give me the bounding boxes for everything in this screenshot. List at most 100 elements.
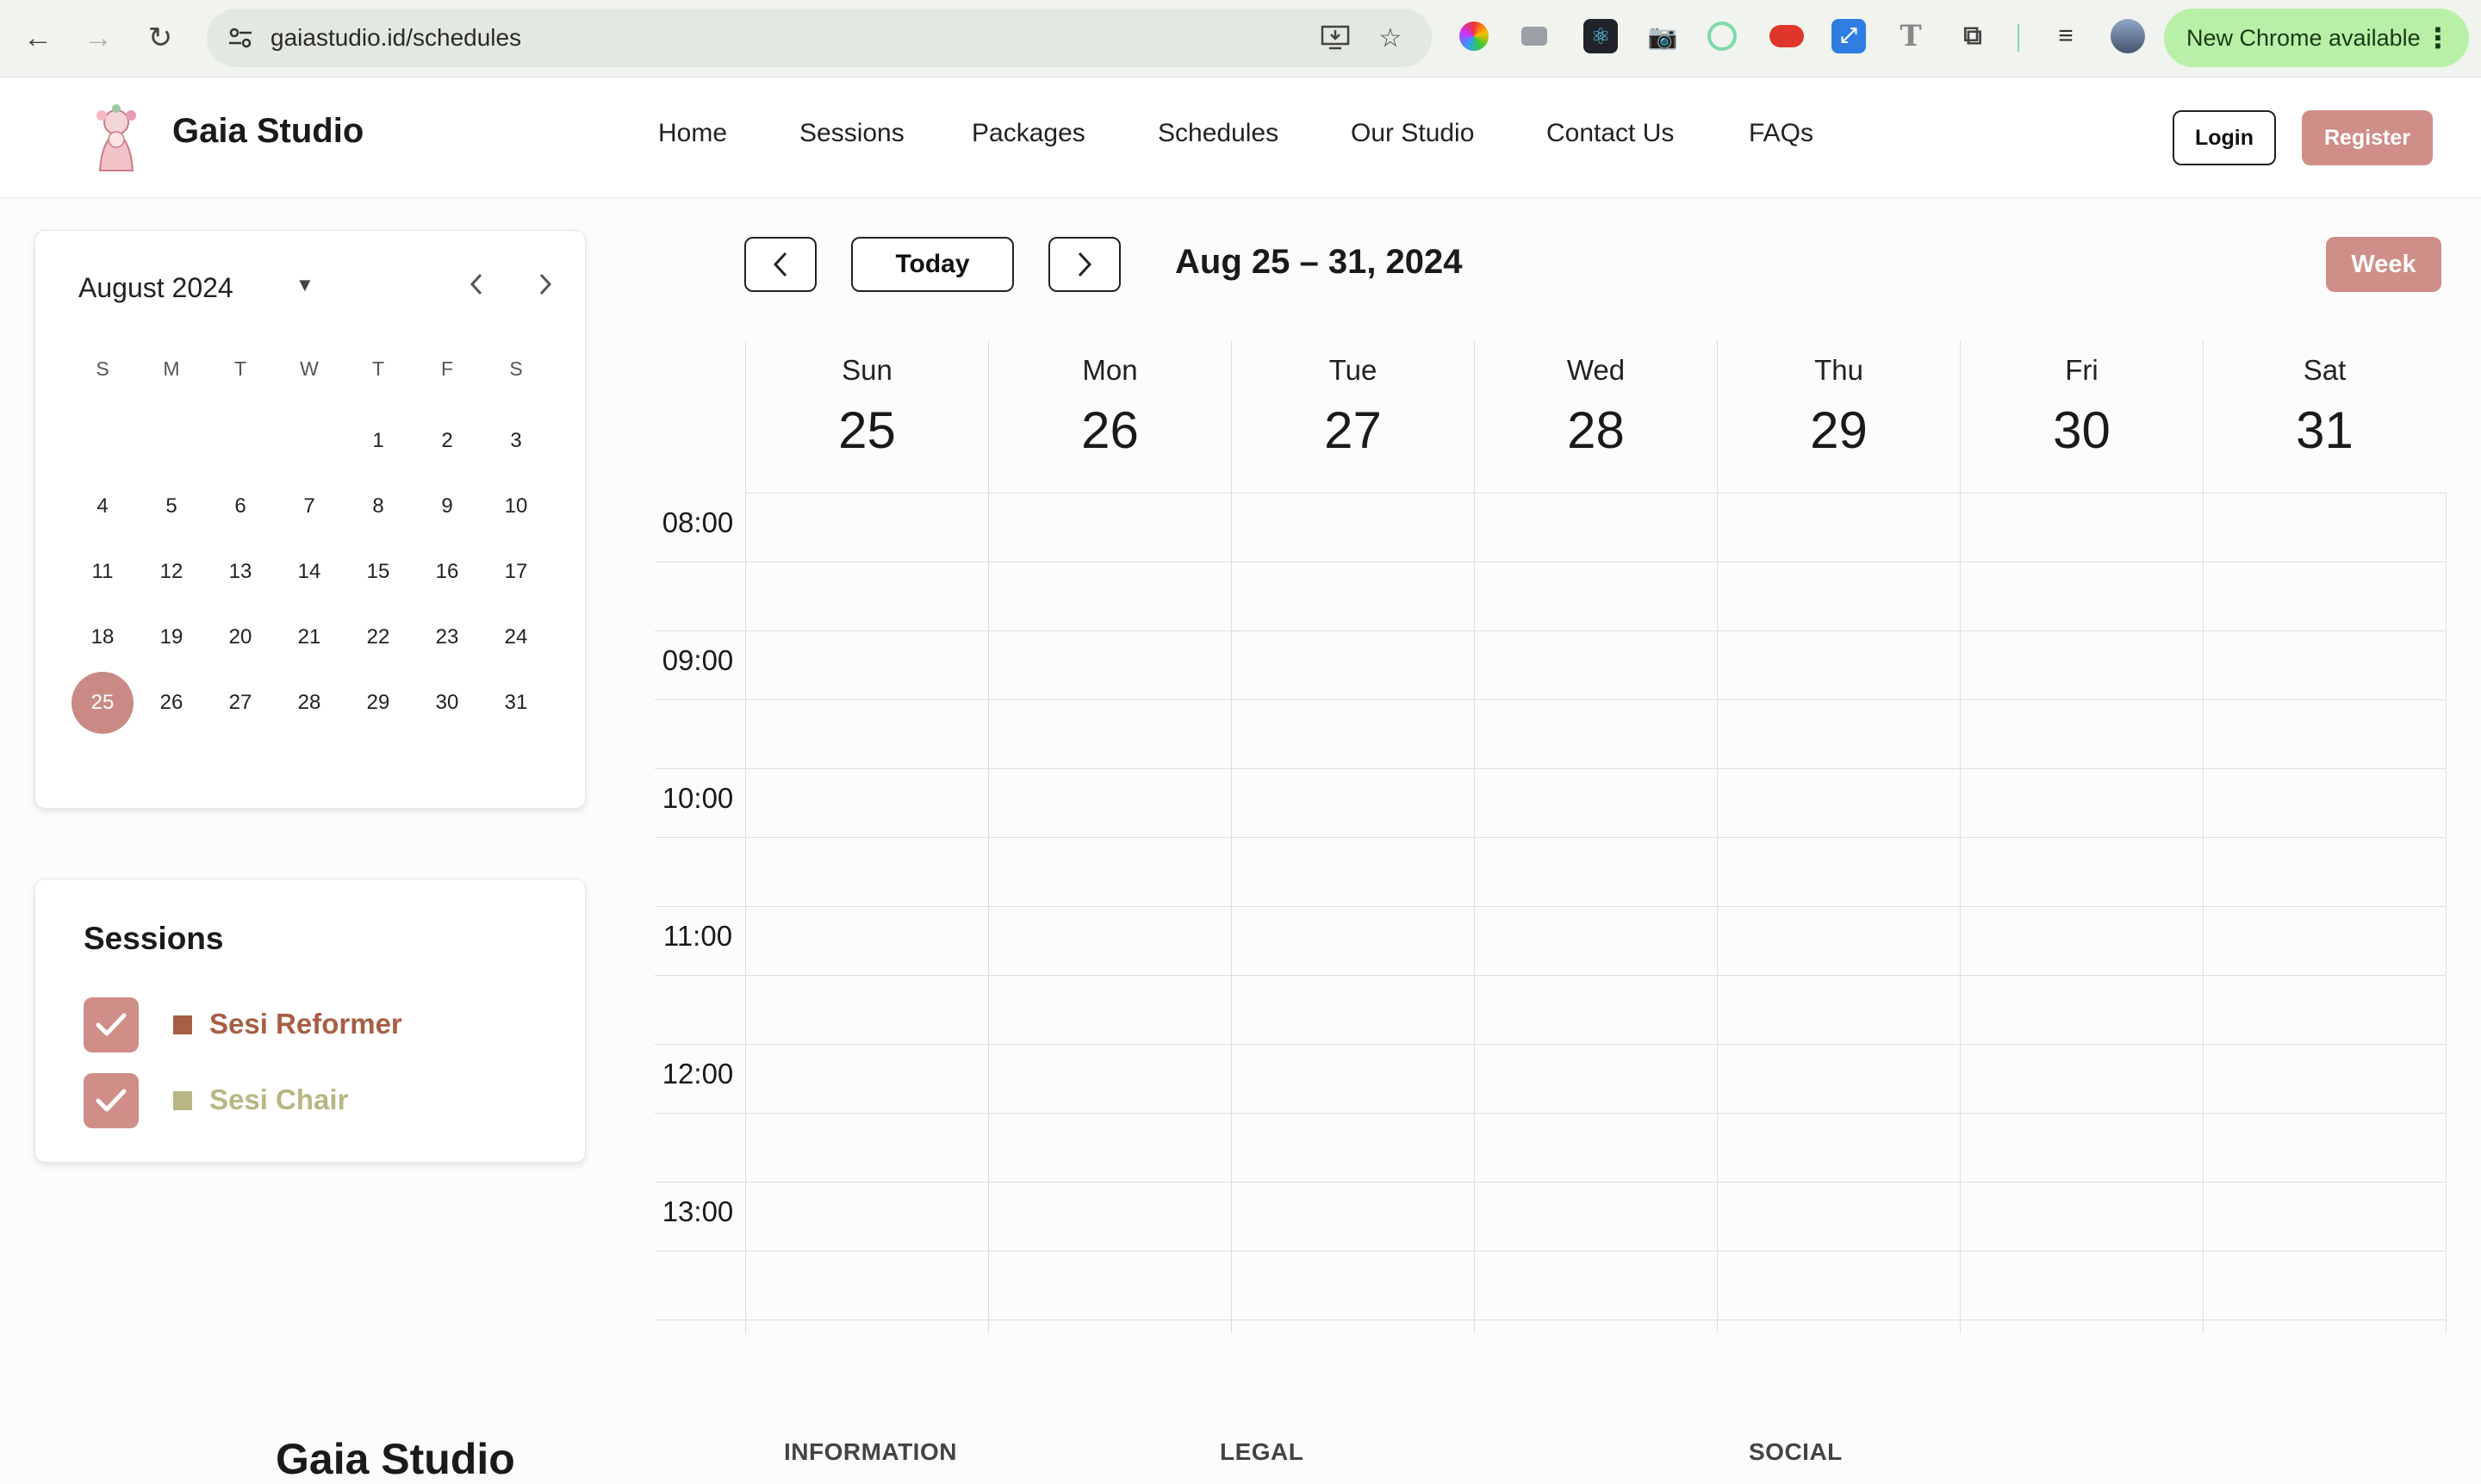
nav-packages[interactable]: Packages [972, 119, 1085, 148]
time-slot[interactable] [1232, 907, 1474, 975]
time-slot[interactable] [746, 976, 988, 1044]
time-slot[interactable] [1718, 1045, 1960, 1113]
day-cell[interactable]: 10 [482, 474, 550, 539]
time-slot[interactable] [1475, 700, 1717, 768]
time-slot[interactable] [1961, 562, 2203, 630]
time-slot[interactable] [1475, 494, 1717, 562]
media-controls-icon[interactable]: ≡ [2049, 19, 2083, 53]
gaia-logo-image[interactable] [86, 103, 146, 172]
time-slot[interactable] [746, 838, 988, 906]
checkbox-checked-icon[interactable] [84, 997, 139, 1052]
day-cell[interactable]: 17 [482, 539, 550, 605]
day-cell[interactable]: 27 [206, 670, 275, 736]
time-slot[interactable] [2204, 1045, 2446, 1113]
time-slot[interactable] [2204, 562, 2446, 630]
day-cell[interactable]: 15 [344, 539, 413, 605]
time-slot[interactable] [1718, 562, 1960, 630]
time-slot[interactable] [1475, 838, 1717, 906]
time-slot[interactable] [989, 1183, 1231, 1251]
extension-icon[interactable] [1521, 27, 1547, 46]
session-label[interactable]: Sesi Chair [209, 1084, 348, 1116]
day-cell[interactable]: 22 [344, 605, 413, 670]
time-slot[interactable] [1961, 1251, 2203, 1319]
brand-name[interactable]: Gaia Studio [172, 112, 364, 151]
nav-faqs[interactable]: FAQs [1749, 119, 1813, 148]
day-cell[interactable]: 26 [137, 670, 206, 736]
time-slot[interactable] [1718, 976, 1960, 1044]
extensions-puzzle-icon[interactable]: ⧉ [1956, 19, 1990, 53]
day-header-tue[interactable]: Tue 27 [1231, 340, 1474, 493]
nav-sessions[interactable]: Sessions [799, 119, 905, 148]
time-slot[interactable] [746, 1183, 988, 1251]
time-slot[interactable] [746, 494, 988, 562]
session-label[interactable]: Sesi Reformer [209, 1008, 402, 1040]
time-slot[interactable] [989, 1045, 1231, 1113]
time-slot[interactable] [1961, 907, 2203, 975]
day-cell[interactable]: 23 [413, 605, 482, 670]
day-cell[interactable]: 14 [275, 539, 344, 605]
time-slot[interactable] [1961, 631, 2203, 699]
time-slot[interactable] [1475, 976, 1717, 1044]
time-slot[interactable] [989, 562, 1231, 630]
day-cell[interactable]: 12 [137, 539, 206, 605]
day-cell[interactable]: 19 [137, 605, 206, 670]
time-slot[interactable] [1475, 769, 1717, 837]
profile-avatar[interactable] [2111, 19, 2145, 53]
time-slot[interactable] [2204, 976, 2446, 1044]
time-slot[interactable] [1232, 1114, 1474, 1182]
install-app-icon[interactable] [1318, 21, 1352, 55]
time-slot[interactable] [1232, 700, 1474, 768]
day-cell[interactable]: 16 [413, 539, 482, 605]
day-header-thu[interactable]: Thu 29 [1717, 340, 1960, 493]
day-cell[interactable]: 11 [68, 539, 137, 605]
time-slot[interactable] [989, 769, 1231, 837]
time-slot[interactable] [1475, 1045, 1717, 1113]
time-slot[interactable] [989, 1114, 1231, 1182]
time-slot[interactable] [989, 976, 1231, 1044]
chrome-update-button[interactable]: New Chrome available ⋮ [2164, 9, 2469, 67]
day-cell[interactable]: 29 [344, 670, 413, 736]
login-button[interactable]: Login [2173, 110, 2276, 165]
time-slot[interactable] [746, 700, 988, 768]
time-slot[interactable] [1961, 1183, 2203, 1251]
nav-our-studio[interactable]: Our Studio [1351, 119, 1474, 148]
time-slot[interactable] [1718, 700, 1960, 768]
day-cell[interactable]: 31 [482, 670, 550, 736]
register-button[interactable]: Register [2302, 110, 2433, 165]
time-slot[interactable] [1475, 1183, 1717, 1251]
time-slot[interactable] [1718, 769, 1960, 837]
next-month-chevron-icon[interactable] [526, 265, 564, 303]
time-slot[interactable] [1961, 769, 2203, 837]
time-slot[interactable] [1475, 1251, 1717, 1319]
day-cell[interactable]: 21 [275, 605, 344, 670]
time-slot[interactable] [2204, 494, 2446, 562]
time-slot[interactable] [1718, 631, 1960, 699]
time-slot[interactable] [1961, 838, 2203, 906]
time-slot[interactable] [1961, 700, 2203, 768]
day-cell[interactable]: 6 [206, 474, 275, 539]
time-slot[interactable] [1718, 907, 1960, 975]
screenshot-camera-icon[interactable]: 📷 [1645, 19, 1680, 53]
address-bar[interactable]: gaiastudio.id/schedules ☆ [207, 9, 1432, 67]
day-header-sun[interactable]: Sun 25 [745, 340, 988, 493]
day-cell[interactable]: 28 [275, 670, 344, 736]
prev-week-button[interactable] [744, 237, 817, 292]
time-slot[interactable] [1232, 562, 1474, 630]
day-header-sat[interactable]: Sat 31 [2203, 340, 2446, 493]
reload-icon[interactable]: ↻ [141, 19, 179, 57]
time-slot[interactable] [1232, 976, 1474, 1044]
time-slot[interactable] [2204, 838, 2446, 906]
time-slot[interactable] [2204, 631, 2446, 699]
day-cell[interactable]: 18 [68, 605, 137, 670]
time-slot[interactable] [2204, 1114, 2446, 1182]
time-slot[interactable] [1232, 1045, 1474, 1113]
time-slot[interactable] [989, 631, 1231, 699]
time-slot[interactable] [746, 907, 988, 975]
time-slot[interactable] [1475, 907, 1717, 975]
time-slot[interactable] [746, 1251, 988, 1319]
checkbox-checked-icon[interactable] [84, 1073, 139, 1128]
time-slot[interactable] [1232, 769, 1474, 837]
time-slot[interactable] [1961, 1114, 2203, 1182]
day-header-mon[interactable]: Mon 26 [988, 340, 1231, 493]
today-button[interactable]: Today [851, 237, 1014, 292]
